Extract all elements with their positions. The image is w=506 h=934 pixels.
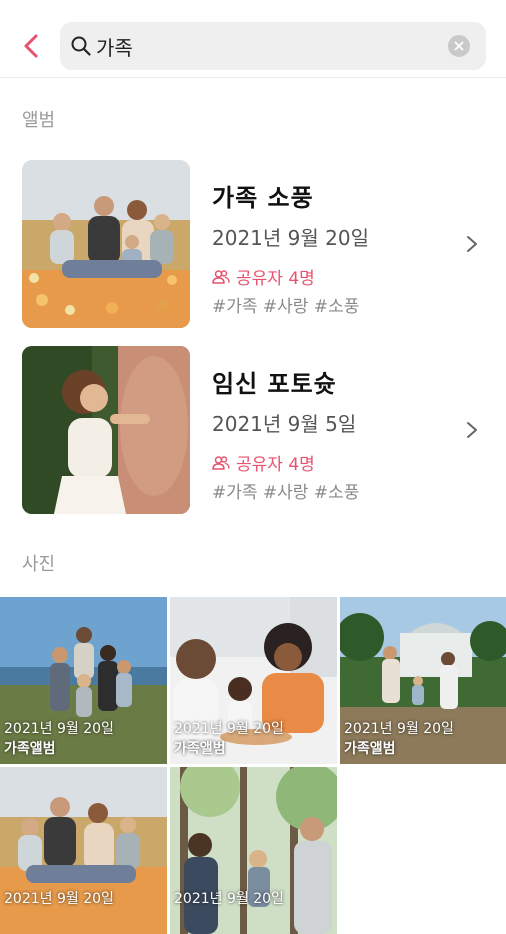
search-icon (71, 36, 91, 56)
photo-image (170, 767, 337, 934)
album-thumbnail (22, 346, 190, 514)
album-share-label: 공유자 4명 (236, 269, 315, 289)
album-tags: #가족 #사랑 #소풍 (212, 483, 360, 503)
album-name: 임신 포토슛 (212, 370, 337, 398)
album-item[interactable]: 임신 포토슛 2021년 9월 5일 공유자 4명 #가족 #사랑 #소풍 (0, 346, 506, 514)
chevron-left-icon (24, 34, 38, 58)
album-item[interactable]: 가족 소풍 2021년 9월 20일 공유자 4명 #가족 #사랑 #소풍 (0, 160, 506, 328)
photo-item[interactable]: 2021년 9월 20일 가족앨범 (170, 597, 337, 764)
album-name: 가족 소풍 (212, 184, 314, 212)
photo-item[interactable]: 2021년 9월 20일 (170, 767, 337, 934)
photo-album: 가족앨범 (4, 741, 56, 757)
photo-date: 2021년 9월 20일 (174, 891, 284, 907)
photo-date: 2021년 9월 20일 (4, 891, 114, 907)
albums-section-title: 앨범 (22, 110, 56, 131)
album-share-label: 공유자 4명 (236, 455, 315, 475)
search-header (0, 0, 506, 78)
photos-section-title: 사진 (22, 554, 56, 575)
photo-item[interactable]: 2021년 9월 20일 가족앨범 (340, 597, 506, 764)
chevron-right-icon (467, 422, 477, 438)
people-icon (212, 455, 230, 470)
photo-date: 2021년 9월 20일 (4, 721, 114, 737)
chevron-right-icon (467, 236, 477, 252)
photo-image (0, 767, 167, 934)
photo-album: 가족앨범 (174, 741, 226, 757)
search-input[interactable] (96, 22, 436, 70)
photo-item[interactable]: 2021년 9월 20일 가족앨범 (0, 597, 167, 764)
clear-icon (454, 41, 464, 51)
album-date: 2021년 9월 20일 (212, 226, 369, 250)
people-icon (212, 269, 230, 284)
photo-date: 2021년 9월 20일 (344, 721, 454, 737)
album-tags: #가족 #사랑 #소풍 (212, 297, 360, 317)
photo-album: 가족앨범 (344, 741, 396, 757)
search-bar (60, 22, 486, 70)
photo-date: 2021년 9월 20일 (174, 721, 284, 737)
clear-search-button[interactable] (448, 35, 470, 57)
album-share-count: 공유자 4명 (212, 450, 315, 475)
album-date: 2021년 9월 5일 (212, 412, 357, 436)
photo-item[interactable]: 2021년 9월 20일 (0, 767, 167, 934)
back-button[interactable] (14, 28, 50, 64)
album-share-count: 공유자 4명 (212, 264, 315, 289)
album-thumbnail (22, 160, 190, 328)
